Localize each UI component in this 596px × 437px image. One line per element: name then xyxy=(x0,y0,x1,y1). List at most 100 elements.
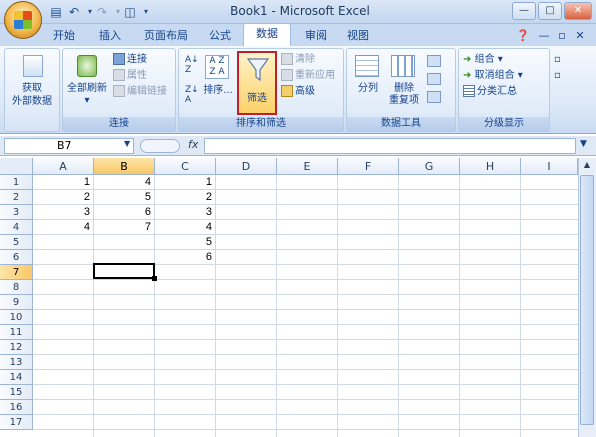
what-if-icon[interactable] xyxy=(427,91,441,103)
row-header-5[interactable]: 5 xyxy=(0,235,33,250)
cell-c3[interactable]: 3 xyxy=(155,205,215,220)
column-header-g[interactable]: G xyxy=(399,158,460,175)
cell-c2[interactable]: 2 xyxy=(155,190,215,205)
fill-handle[interactable] xyxy=(152,276,157,281)
column-header-h[interactable]: H xyxy=(460,158,521,175)
row-header-6[interactable]: 6 xyxy=(0,250,33,265)
grid-hline xyxy=(33,249,578,250)
office-button[interactable] xyxy=(4,1,42,39)
ungroup-button[interactable]: ➜ 取消组合 ▾ xyxy=(463,69,523,83)
print-preview-icon[interactable]: ◫ xyxy=(122,4,138,20)
cell-c5[interactable]: 5 xyxy=(155,235,215,250)
clear-filter-button[interactable]: 清除 xyxy=(281,53,315,67)
text-to-columns-button[interactable]: 分列 xyxy=(351,83,385,95)
column-header-f[interactable]: F xyxy=(338,158,399,175)
subtotal-icon xyxy=(463,85,475,97)
sort-ascending-icon[interactable]: A↓ Z xyxy=(185,55,199,75)
undo-icon[interactable]: ↶ xyxy=(66,4,82,20)
grid-hline xyxy=(33,384,578,385)
row-header-15[interactable]: 15 xyxy=(0,385,33,400)
expand-formula-bar-icon[interactable]: ▼ xyxy=(580,139,587,149)
minimize-button[interactable]: — xyxy=(512,2,536,20)
tab-page-layout[interactable]: 页面布局 xyxy=(136,26,196,46)
refresh-dropdown-icon[interactable]: ▾ xyxy=(63,95,111,107)
tab-review[interactable]: 审阅 xyxy=(296,26,336,46)
row-header-11[interactable]: 11 xyxy=(0,325,33,340)
column-header-e[interactable]: E xyxy=(277,158,338,175)
ribbon-close-icon[interactable]: ✕ xyxy=(574,26,586,46)
column-header-a[interactable]: A xyxy=(33,158,94,175)
redo-icon[interactable]: ↷ xyxy=(94,4,110,20)
refresh-all-button[interactable]: 全部刷新 xyxy=(63,83,111,95)
tab-insert[interactable]: 插入 xyxy=(92,26,128,46)
row-header-9[interactable]: 9 xyxy=(0,295,33,310)
row-header-7[interactable]: 7 xyxy=(0,265,33,280)
cell-a3[interactable]: 3 xyxy=(33,205,93,220)
insert-function-icon[interactable]: fx xyxy=(188,138,198,151)
name-box-dropdown-icon[interactable]: ▼ xyxy=(124,139,130,148)
row-header-3[interactable]: 3 xyxy=(0,205,33,220)
remove-duplicates-label-1[interactable]: 删除 xyxy=(385,83,423,95)
tab-data[interactable]: 数据 xyxy=(243,23,291,46)
scroll-up-icon[interactable]: ▲ xyxy=(580,160,594,172)
connections-button[interactable]: 连接 xyxy=(113,53,147,67)
formula-bar-resize-handle[interactable] xyxy=(140,139,180,153)
group-connections: 全部刷新 ▾ 连接 属性 编辑链接 连接 xyxy=(62,48,176,132)
sort-button[interactable]: 排序... xyxy=(201,85,235,97)
group-button[interactable]: ➜ 组合 ▾ xyxy=(463,53,503,67)
column-header-c[interactable]: C xyxy=(155,158,216,175)
help-icon[interactable]: ❓ xyxy=(516,26,530,46)
column-header-i[interactable]: I xyxy=(521,158,578,175)
formula-input[interactable] xyxy=(204,138,576,154)
row-header-13[interactable]: 13 xyxy=(0,355,33,370)
sort-descending-icon[interactable]: Z↓ A xyxy=(185,85,199,105)
filter-button[interactable]: 筛选 xyxy=(237,51,277,115)
advanced-filter-button[interactable]: 高级 xyxy=(281,85,315,99)
data-validation-icon[interactable] xyxy=(427,55,441,67)
cell-a2[interactable]: 2 xyxy=(33,190,93,205)
cell-b4[interactable]: 7 xyxy=(94,220,154,235)
get-external-label-2[interactable]: 外部数据 xyxy=(5,96,59,108)
tab-formulas[interactable]: 公式 xyxy=(202,26,238,46)
ribbon-minimize-icon[interactable]: — xyxy=(538,26,550,46)
row-header-4[interactable]: 4 xyxy=(0,220,33,235)
row-header-17[interactable]: 17 xyxy=(0,415,33,430)
properties-button[interactable]: 属性 xyxy=(113,69,147,83)
tab-view[interactable]: 视图 xyxy=(340,26,376,46)
consolidate-icon[interactable] xyxy=(427,73,441,85)
cell-b3[interactable]: 6 xyxy=(94,205,154,220)
cell-a4[interactable]: 4 xyxy=(33,220,93,235)
scrollbar-thumb[interactable] xyxy=(580,175,594,425)
cell-c1[interactable]: 1 xyxy=(155,175,215,190)
row-header-12[interactable]: 12 xyxy=(0,340,33,355)
save-icon[interactable]: ▤ xyxy=(48,4,64,20)
cell-c6[interactable]: 6 xyxy=(155,250,215,265)
row-header-14[interactable]: 14 xyxy=(0,370,33,385)
cell-b2[interactable]: 5 xyxy=(94,190,154,205)
select-all-corner[interactable] xyxy=(0,158,33,175)
row-header-2[interactable]: 2 xyxy=(0,190,33,205)
name-box[interactable]: B7 xyxy=(4,138,134,154)
row-header-16[interactable]: 16 xyxy=(0,400,33,415)
subtotal-button[interactable]: 分类汇总 xyxy=(463,85,517,99)
row-header-1[interactable]: 1 xyxy=(0,175,33,190)
get-external-label-1[interactable]: 获取 xyxy=(5,83,59,95)
reapply-icon xyxy=(281,69,293,81)
column-header-b[interactable]: B xyxy=(94,158,155,175)
cell-a1[interactable]: 1 xyxy=(33,175,93,190)
remove-duplicates-label-2[interactable]: 重复项 xyxy=(385,95,423,107)
cell-c4[interactable]: 4 xyxy=(155,220,215,235)
show-hide-detail-icons[interactable]: ▫ ▫ xyxy=(554,52,578,92)
close-button[interactable]: ✕ xyxy=(564,2,592,20)
column-header-d[interactable]: D xyxy=(216,158,277,175)
row-header-10[interactable]: 10 xyxy=(0,310,33,325)
qat-customize-icon[interactable]: ▾ xyxy=(138,4,154,20)
row-header-8[interactable]: 8 xyxy=(0,280,33,295)
reapply-filter-button[interactable]: 重新应用 xyxy=(281,69,335,83)
edit-links-button[interactable]: 编辑链接 xyxy=(113,85,167,99)
ribbon-restore-icon[interactable]: ▫ xyxy=(556,26,568,46)
maximize-button[interactable]: □ xyxy=(538,2,562,20)
tab-home[interactable]: 开始 xyxy=(44,26,84,46)
cell-b1[interactable]: 4 xyxy=(94,175,154,190)
active-cell-cursor[interactable] xyxy=(93,263,155,279)
